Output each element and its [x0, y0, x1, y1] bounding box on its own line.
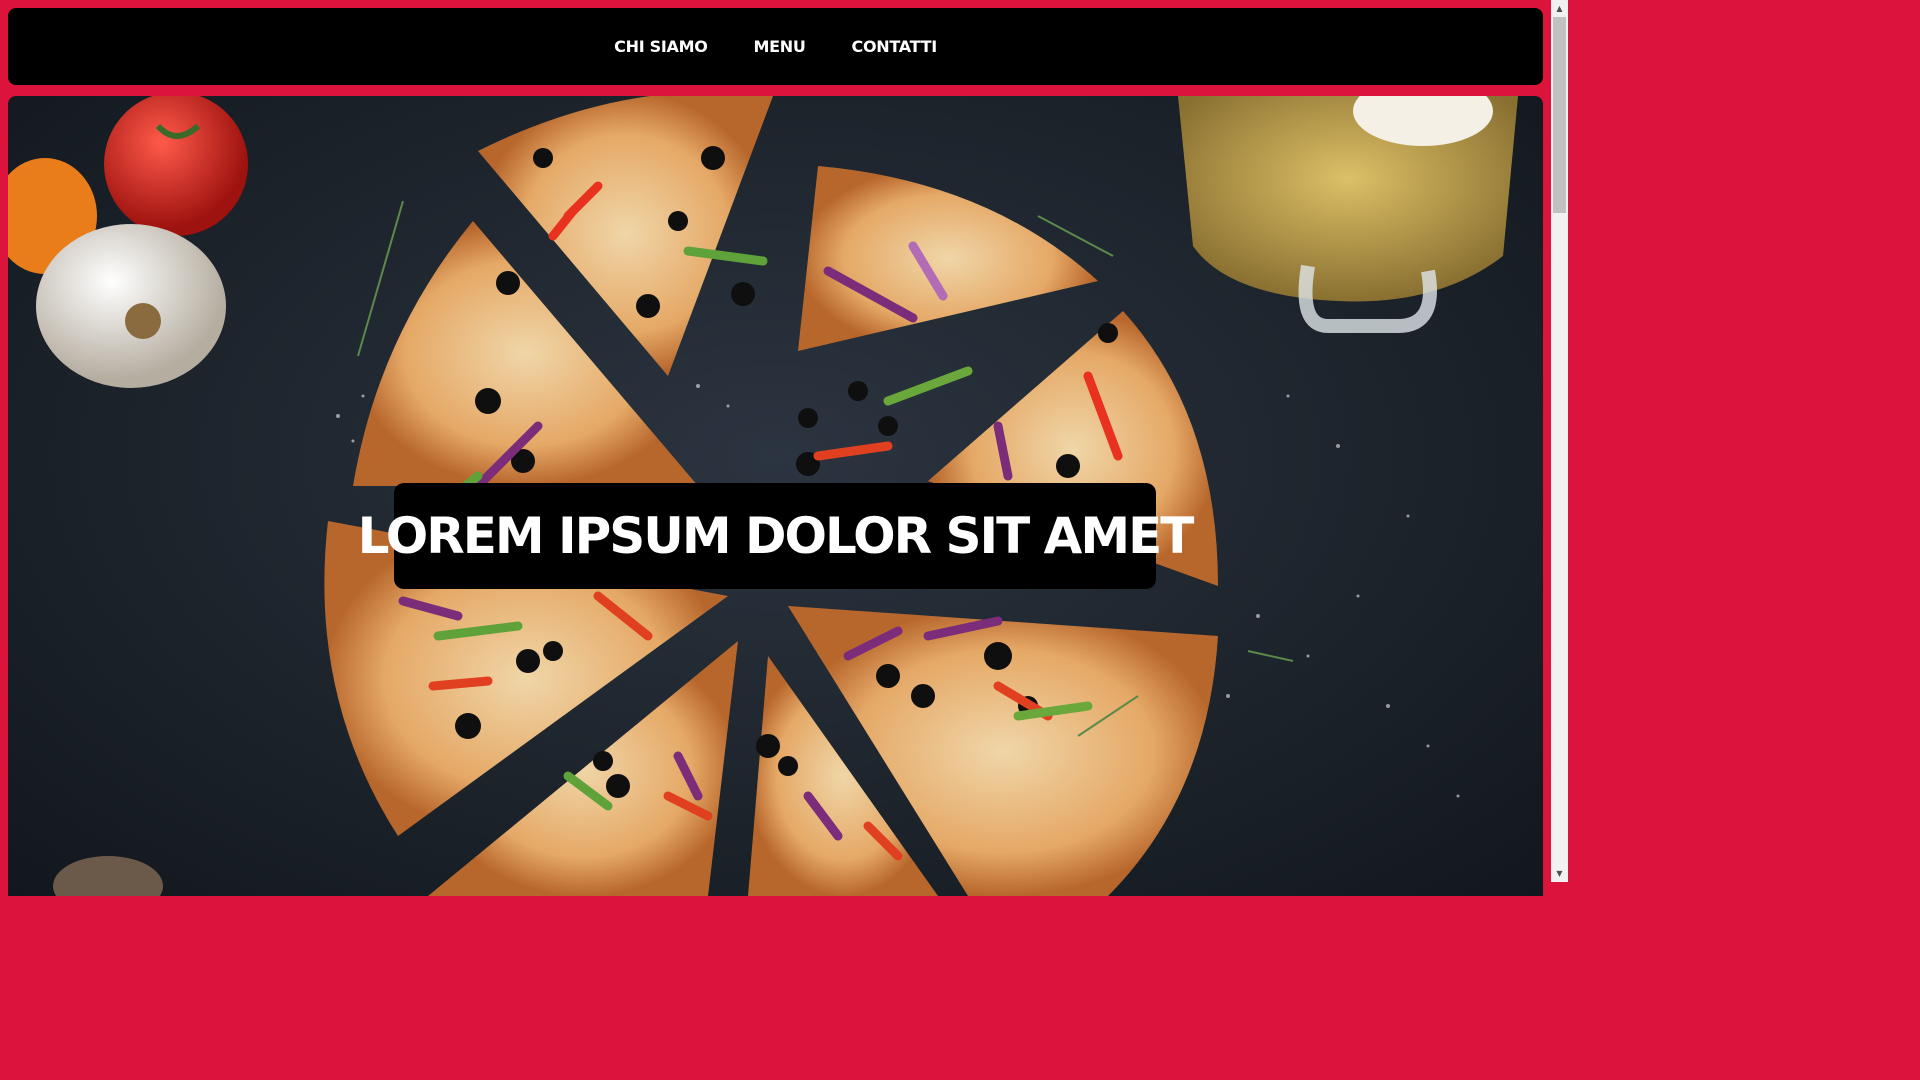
hero-title: LOREM IPSUM DOLOR SIT AMET [357, 507, 1195, 565]
scrollbar-thumb[interactable] [1553, 17, 1566, 213]
hero-banner: LOREM IPSUM DOLOR SIT AMET [8, 96, 1543, 896]
nav-link-chi-siamo[interactable]: CHI SIAMO [614, 37, 708, 56]
vertical-scrollbar[interactable]: ▲ ▼ [1551, 0, 1568, 882]
page: CHI SIAMO MENU CONTATTI LOREM IPSUM DOLO… [0, 0, 1551, 896]
scroll-down-icon[interactable]: ▼ [1551, 865, 1568, 882]
nav-link-menu[interactable]: MENU [732, 37, 806, 56]
scroll-up-icon[interactable]: ▲ [1551, 0, 1568, 17]
hero-title-box: LOREM IPSUM DOLOR SIT AMET [358, 483, 1194, 589]
nav-link-contatti[interactable]: CONTATTI [830, 37, 938, 56]
navbar: CHI SIAMO MENU CONTATTI [8, 8, 1543, 85]
